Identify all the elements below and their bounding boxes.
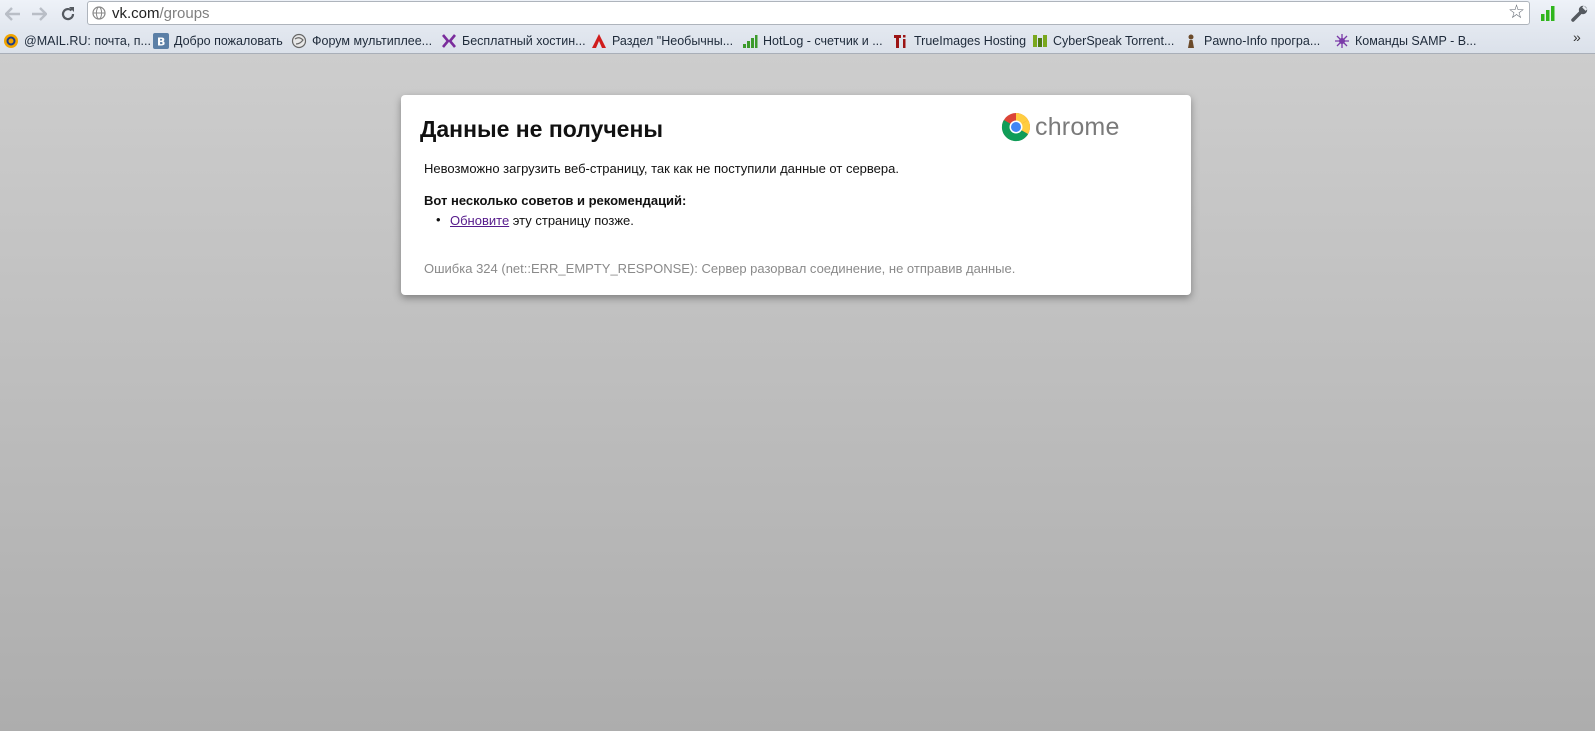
chrome-icon (1001, 113, 1030, 142)
browser-toolbar: vk.com/groups ☆ (0, 0, 1595, 27)
list-bullet: • (436, 212, 441, 227)
error-title: Данные не получены (420, 116, 664, 142)
bookmark-vk[interactable]: B Добро пожаловать (153, 32, 283, 50)
bookmark-hosting[interactable]: Бесплатный хостин... (441, 32, 586, 50)
error-description: Невозможно загрузить веб-страницу, так к… (424, 161, 899, 176)
list-item: Обновите эту страницу позже. (450, 213, 634, 228)
bookmark-forum[interactable]: Форум мультиплее... (291, 32, 432, 50)
hosting-icon (441, 33, 457, 49)
wrench-icon[interactable] (1570, 4, 1589, 23)
samp-icon (1334, 33, 1350, 49)
bookmarks-overflow-button[interactable]: » (1573, 29, 1581, 45)
forum-icon (291, 33, 307, 49)
page-content: Данные не получены chrome Невозможно заг… (0, 54, 1595, 731)
url-text: vk.com/groups (112, 5, 210, 22)
mailru-icon (3, 33, 19, 49)
error-card: Данные не получены chrome Невозможно заг… (401, 95, 1191, 295)
trueimages-icon (893, 33, 909, 49)
star-icon[interactable]: ☆ (1508, 3, 1525, 23)
bookmark-hotlog[interactable]: HotLog - счетчик и ... (742, 32, 883, 50)
bookmark-mailru[interactable]: @MAIL.RU: почта, п... (3, 32, 151, 50)
bookmark-pawno[interactable]: Pawno-Info програ... (1183, 32, 1320, 50)
bookmark-samp[interactable]: Команды SAMP - В... (1334, 32, 1477, 50)
signal-icon[interactable] (1540, 5, 1558, 21)
address-bar[interactable]: vk.com/groups ☆ (87, 1, 1530, 25)
vk-icon: B (153, 33, 169, 49)
chrome-wordmark: chrome (1035, 112, 1120, 141)
bookmark-razdel[interactable]: Раздел "Необычны... (591, 32, 733, 50)
cyberspeak-icon (1032, 33, 1048, 49)
pawno-icon (1183, 33, 1199, 49)
hotlog-icon (742, 33, 758, 49)
tips-list: • Обновите эту страницу позже. (436, 212, 634, 228)
tips-heading: Вот несколько советов и рекомендаций: (424, 193, 687, 208)
bookmark-cyberspeak[interactable]: CyberSpeak Torrent... (1032, 32, 1174, 50)
error-code-text: Ошибка 324 (net::ERR_EMPTY_RESPONSE): Се… (424, 261, 1016, 276)
chrome-logo: chrome (1001, 111, 1120, 143)
bookmark-trueimages[interactable]: TrueImages Hosting (893, 32, 1026, 50)
bookmarks-bar: @MAIL.RU: почта, п... B Добро пожаловать… (0, 27, 1595, 54)
a-logo-icon (591, 33, 607, 49)
reload-link[interactable]: Обновите (450, 213, 509, 228)
globe-icon (92, 6, 106, 20)
forward-icon[interactable] (28, 3, 50, 25)
reload-icon[interactable] (57, 3, 79, 25)
back-icon[interactable] (2, 3, 24, 25)
svg-text:B: B (157, 36, 165, 49)
